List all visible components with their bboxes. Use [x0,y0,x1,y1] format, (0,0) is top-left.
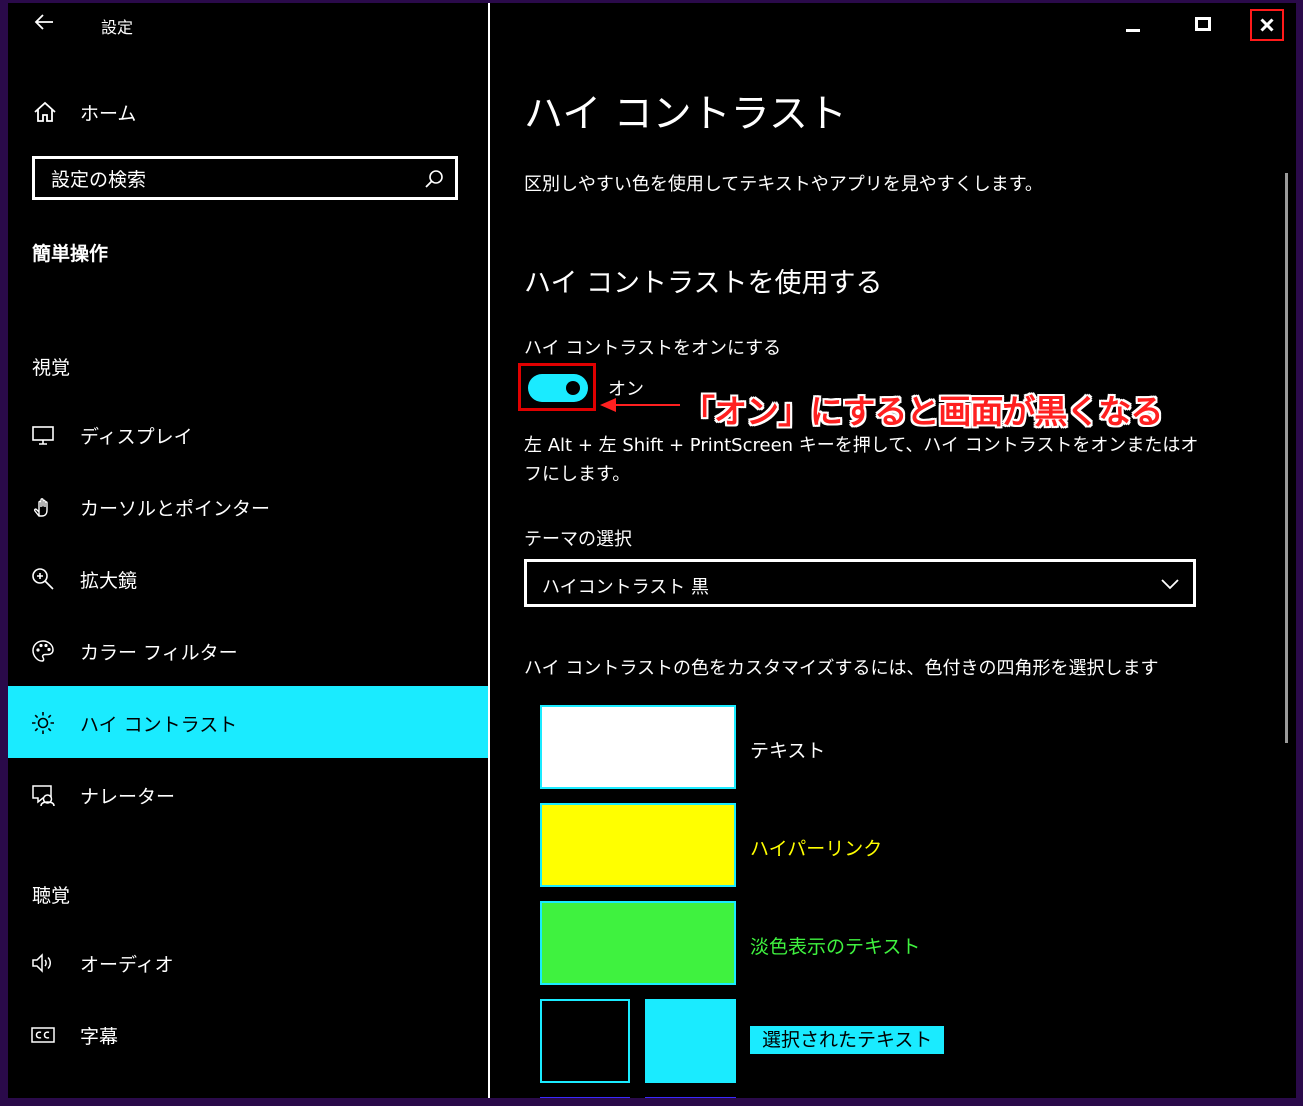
sidebar-item-label: オーディオ [80,954,174,976]
minimize-button[interactable] [1116,9,1150,41]
selected-text-bg-swatch[interactable] [645,999,736,1083]
theme-selected-value: ハイコントラスト 黒 [542,577,710,598]
search-box[interactable] [32,156,458,200]
selected-text-swatch-label: 選択されたテキスト [750,1026,945,1054]
high-contrast-toggle[interactable] [528,374,588,402]
main-content: ハイ コントラスト 区別しやすい色を使用してテキストやアプリを見やすくします。 … [490,3,1296,1098]
pointer-icon [33,498,48,517]
sidebar-item-label: 拡大鏡 [80,570,138,592]
customize-description: ハイ コントラストの色をカスタマイズするには、色付きの四角形を選択します [524,658,1159,679]
toggle-label: ハイ コントラストをオンにする [524,338,782,359]
next-swatch-partial[interactable] [645,1097,736,1098]
home-icon [34,101,56,122]
speaker-icon [32,953,51,973]
hyperlink-color-swatch[interactable] [540,803,736,887]
text-swatch-label: テキスト [750,740,826,762]
group-label-vision: 視覚 [32,357,71,379]
close-icon [1260,18,1274,32]
group-label-hearing: 聴覚 [32,885,71,907]
section-title: 簡単操作 [32,243,109,265]
sidebar-item-label: ハイ コントラスト [80,714,238,736]
monitor-icon [32,426,54,445]
annotation-arrow-icon [600,398,680,412]
selected-text-fg-swatch[interactable] [540,999,630,1083]
theme-label: テーマの選択 [524,529,632,550]
sidebar-item-high-contrast[interactable]: ハイ コントラスト [8,686,488,758]
sidebar-item-label: 字幕 [80,1026,119,1048]
sidebar-item-label: カラー フィルター [80,642,238,664]
maximize-button[interactable] [1186,9,1220,41]
toggle-highlight-frame [518,363,596,411]
brightness-icon [32,712,54,734]
maximize-icon [1195,17,1211,31]
title-bar: 設定 [8,3,488,47]
sidebar-item-narrator[interactable]: ナレーター [8,758,488,830]
settings-window: 設定 ホーム 簡単操作 視覚 ディスプレイ [8,3,1296,1098]
disabled-text-swatch-label: 淡色表示のテキスト [750,936,921,958]
search-input[interactable] [49,166,413,194]
section-heading: ハイ コントラストを使用する [524,268,883,299]
narrator-icon [32,785,55,807]
captions-icon [31,1027,55,1043]
back-button[interactable] [28,11,60,39]
next-swatch-partial[interactable] [540,1097,630,1098]
sidebar-item-home[interactable]: ホーム [8,89,488,133]
sidebar-item-color-filter[interactable]: カラー フィルター [8,614,488,686]
toggle-knob [566,381,580,395]
sidebar-item-display[interactable]: ディスプレイ [8,398,488,470]
search-icon [425,170,443,188]
page-title: ハイ コントラスト [524,92,847,137]
close-button[interactable] [1250,9,1284,41]
minimize-icon [1126,29,1140,32]
palette-icon [32,640,54,662]
shortcut-description: 左 Alt + 左 Shift + PrintScreen キーを押して、ハイ … [524,435,1199,485]
chevron-down-icon [1161,579,1179,590]
back-arrow-icon [34,14,53,30]
theme-dropdown[interactable]: ハイコントラスト 黒 [524,559,1196,607]
sidebar-item-captions[interactable]: 字幕 [8,998,488,1070]
annotation-callout: 「オン」にすると画面が黒くなる [682,392,1163,431]
sidebar-item-label: ホーム [80,103,137,125]
text-color-swatch[interactable] [540,705,736,789]
hyperlink-swatch-label: ハイパーリンク [750,838,883,860]
sidebar-item-cursor-pointer[interactable]: カーソルとポインター [8,470,488,542]
sidebar-item-label: カーソルとポインター [80,498,271,520]
app-title: 設定 [101,18,134,37]
disabled-text-color-swatch[interactable] [540,901,736,985]
sidebar-item-audio[interactable]: オーディオ [8,926,488,998]
sidebar-item-label: ナレーター [80,786,176,808]
page-description: 区別しやすい色を使用してテキストやアプリを見やすくします。 [524,174,1043,195]
sidebar-item-label: ディスプレイ [80,426,193,448]
scrollbar[interactable] [1285,173,1288,743]
sidebar: 設定 ホーム 簡単操作 視覚 ディスプレイ [8,3,488,1098]
magnifier-icon [32,568,54,590]
sidebar-item-magnifier[interactable]: 拡大鏡 [8,542,488,614]
window-controls [1076,3,1296,47]
